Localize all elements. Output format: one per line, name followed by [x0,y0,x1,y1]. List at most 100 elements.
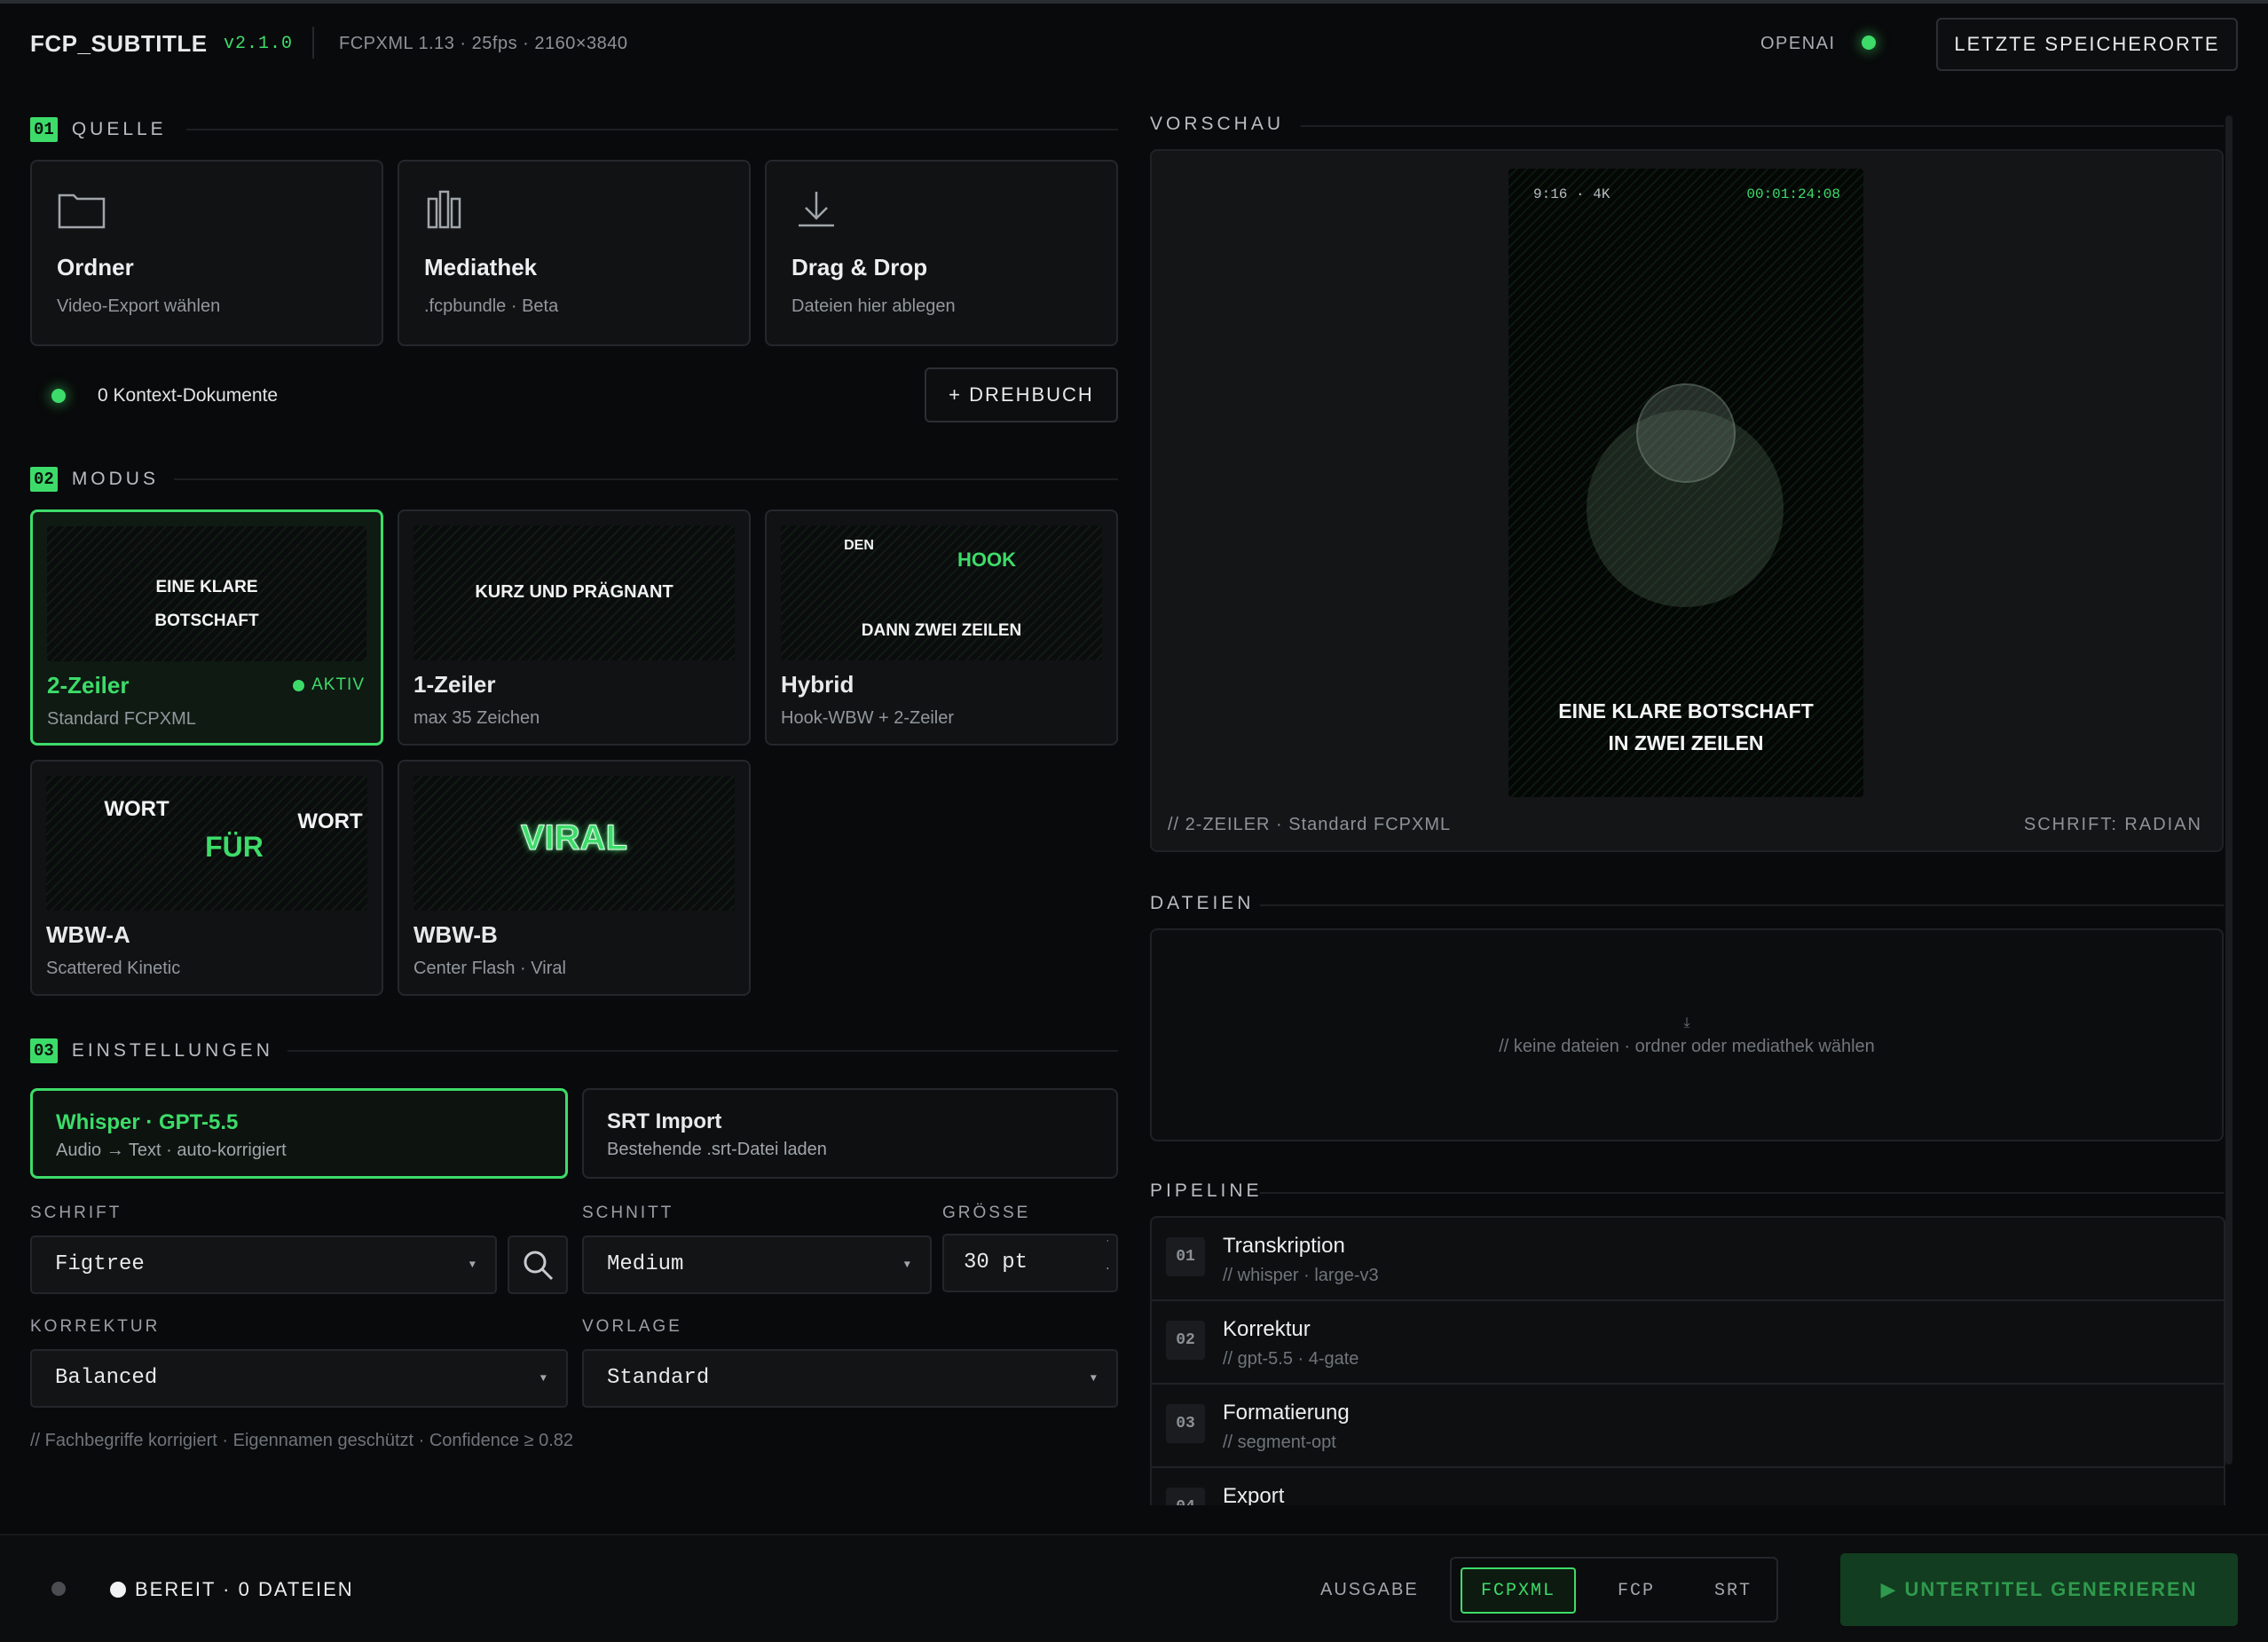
preview-text: KURZ UND PRÄGNANT [475,582,673,602]
active-badge-label: AKTIV [311,675,365,694]
section-divider [287,1050,1118,1052]
section-divider [1260,1192,2224,1194]
project-meta: FCPXML 1.13 · 25fps · 2160×3840 [339,34,628,53]
context-status-dot [51,389,66,403]
source-card-subtitle: Video-Export wählen [57,296,221,316]
mode-subtitle: Scattered Kinetic [46,959,181,978]
format-tab-srt[interactable]: SRT [1697,1567,1769,1614]
generate-subtitles-button[interactable]: ▶ UNTERTITEL GENERIEREN [1840,1553,2238,1626]
mode-card-wbw-b[interactable]: VIRAL WBW-B Center Flash · Viral [398,760,751,996]
correction-value: Balanced [55,1366,158,1390]
cut-select[interactable]: Medium ▼ [582,1235,932,1294]
preview-text: DEN [844,538,874,553]
files-dropzone[interactable]: ⤓ // keine dateien · ordner oder mediath… [1150,928,2224,1141]
recent-locations-button[interactable]: LETZTE SPEICHERORTE [1936,18,2238,71]
section-divider [1260,904,2224,906]
correction-select[interactable]: Balanced ▼ [30,1349,568,1408]
preview-title: VORSCHAU [1150,114,1285,134]
pipeline-list: 01 Transkription // whisper · large-v3 0… [1150,1216,2225,1505]
source-card-drag-drop[interactable]: Drag & Drop Dateien hier ablegen [765,160,1118,346]
template-label: VORLAGE [582,1317,682,1336]
placeholder-shape [1636,383,1736,483]
active-dot [293,679,305,691]
correction-label: KORREKTUR [30,1317,161,1336]
folder-icon [58,193,106,229]
top-bar: FCP_SUBTITLE v2.1.0 FCPXML 1.13 · 25fps … [0,0,2268,82]
step-title: Formatierung [1223,1401,1350,1425]
mode-preview: EINE KLARE BOTSCHAFT [47,526,366,661]
option-subtitle: Bestehende .srt-Datei laden [607,1140,827,1159]
mode-preview: WORT FÜR WORT [46,776,367,911]
app-window: FCP_SUBTITLE v2.1.0 FCPXML 1.13 · 25fps … [0,0,2268,1642]
pipeline-step: 02 Korrektur // gpt-5.5 · 4-gate [1152,1301,2224,1385]
format-tab-fcpxml[interactable]: FCPXML [1461,1567,1576,1614]
template-value: Standard [607,1366,710,1390]
version-label: v2.1.0 [224,34,294,54]
timecode: 00:01:24:08 [1746,186,1840,202]
section-number: 03 [30,1038,58,1063]
chevron-down-icon: ▼ [903,1259,910,1271]
source-card-folder[interactable]: Ordner Video-Export wählen [30,160,383,346]
mode-title: WBW-B [413,921,498,948]
preview-text: DANN ZWEI ZEILEN [861,621,1022,640]
pipeline-step: 04 Export [1152,1468,2224,1505]
cut-value: Medium [607,1252,684,1276]
stepper-down-icon[interactable]: . [1105,1239,1111,1294]
caption-line-2: IN ZWEI ZEILEN [1608,731,1764,754]
step-number: 01 [1166,1237,1205,1276]
chevron-down-icon: ▼ [1090,1372,1097,1385]
chevron-down-icon: ▼ [539,1372,547,1385]
scrollbar[interactable] [2225,115,2233,1464]
mode-card-hybrid[interactable]: DEN HOOK DANN ZWEI ZEILEN Hybrid Hook-WB… [765,509,1118,746]
font-label: SCHRIFT [30,1204,122,1222]
active-badge: AKTIV [293,675,365,695]
option-srt-import[interactable]: SRT Import Bestehende .srt-Datei laden [582,1088,1118,1179]
mode-card-2-zeiler[interactable]: EINE KLARE BOTSCHAFT 2-Zeiler AKTIV Stan… [30,509,383,746]
download-icon: ⤓ [1683,1015,1690,1030]
section-source-header: 01 QUELLE [30,117,167,142]
footer-bar: BEREIT · 0 DATEIEN AUSGABE FCPXML FCP SR… [0,1534,2268,1642]
section-title: EINSTELLUNGEN [71,1040,273,1061]
preview-font-label: SCHRIFT: RADIAN [2023,815,2202,834]
search-icon [524,1251,554,1281]
size-label: GRÖSSE [942,1204,1031,1222]
mode-title: Hybrid [781,671,854,698]
section-title: MODUS [71,469,159,489]
mode-card-wbw-a[interactable]: WORT FÜR WORT WBW-A Scattered Kinetic [30,760,383,996]
divider [312,27,314,59]
font-search-button[interactable] [508,1235,568,1294]
mode-subtitle: Standard FCPXML [47,709,196,729]
mode-subtitle: max 35 Zeichen [413,708,540,728]
mode-title: WBW-A [46,921,130,948]
status-dot [51,1582,66,1596]
step-detail: // segment-opt [1223,1433,1336,1452]
app-name: FCP_SUBTITLE [30,30,208,57]
aspect-label: 9:16 · 4K [1533,186,1610,202]
option-subtitle: Audio → Text · auto-korrigiert [56,1141,287,1160]
step-detail: // whisper · large-v3 [1223,1266,1379,1285]
size-stepper[interactable]: 30 pt ˙ . [942,1234,1118,1292]
mode-card-1-zeiler[interactable]: KURZ UND PRÄGNANT 1-Zeiler max 35 Zeiche… [398,509,751,746]
source-card-subtitle: .fcpbundle · Beta [424,296,559,316]
mode-subtitle: Center Flash · Viral [413,959,566,978]
mode-title: 2-Zeiler [47,672,130,699]
format-tab-fcp[interactable]: FCP [1585,1567,1688,1614]
step-number: 04 [1166,1488,1205,1505]
source-card-title: Mediathek [424,254,538,280]
step-title: Export [1223,1484,1285,1505]
step-number: 02 [1166,1321,1205,1360]
mode-preview: DEN HOOK DANN ZWEI ZEILEN [781,525,1102,660]
option-whisper[interactable]: Whisper · GPT-5.5 Audio → Text · auto-ko… [30,1088,568,1179]
library-icon [427,190,461,229]
font-select[interactable]: Figtree ▼ [30,1235,497,1294]
preview-text: VIRAL [521,818,628,858]
option-title: Whisper · GPT-5.5 [56,1110,239,1134]
section-number: 01 [30,117,58,142]
section-divider [186,129,1118,130]
mode-preview: VIRAL [413,776,735,911]
add-script-button[interactable]: + DREHBUCH [925,367,1118,422]
source-card-library[interactable]: Mediathek .fcpbundle · Beta [398,160,751,346]
step-number: 03 [1166,1404,1205,1443]
caption-line-1: EINE KLARE BOTSCHAFT [1558,699,1814,722]
template-select[interactable]: Standard ▼ [582,1349,1118,1408]
